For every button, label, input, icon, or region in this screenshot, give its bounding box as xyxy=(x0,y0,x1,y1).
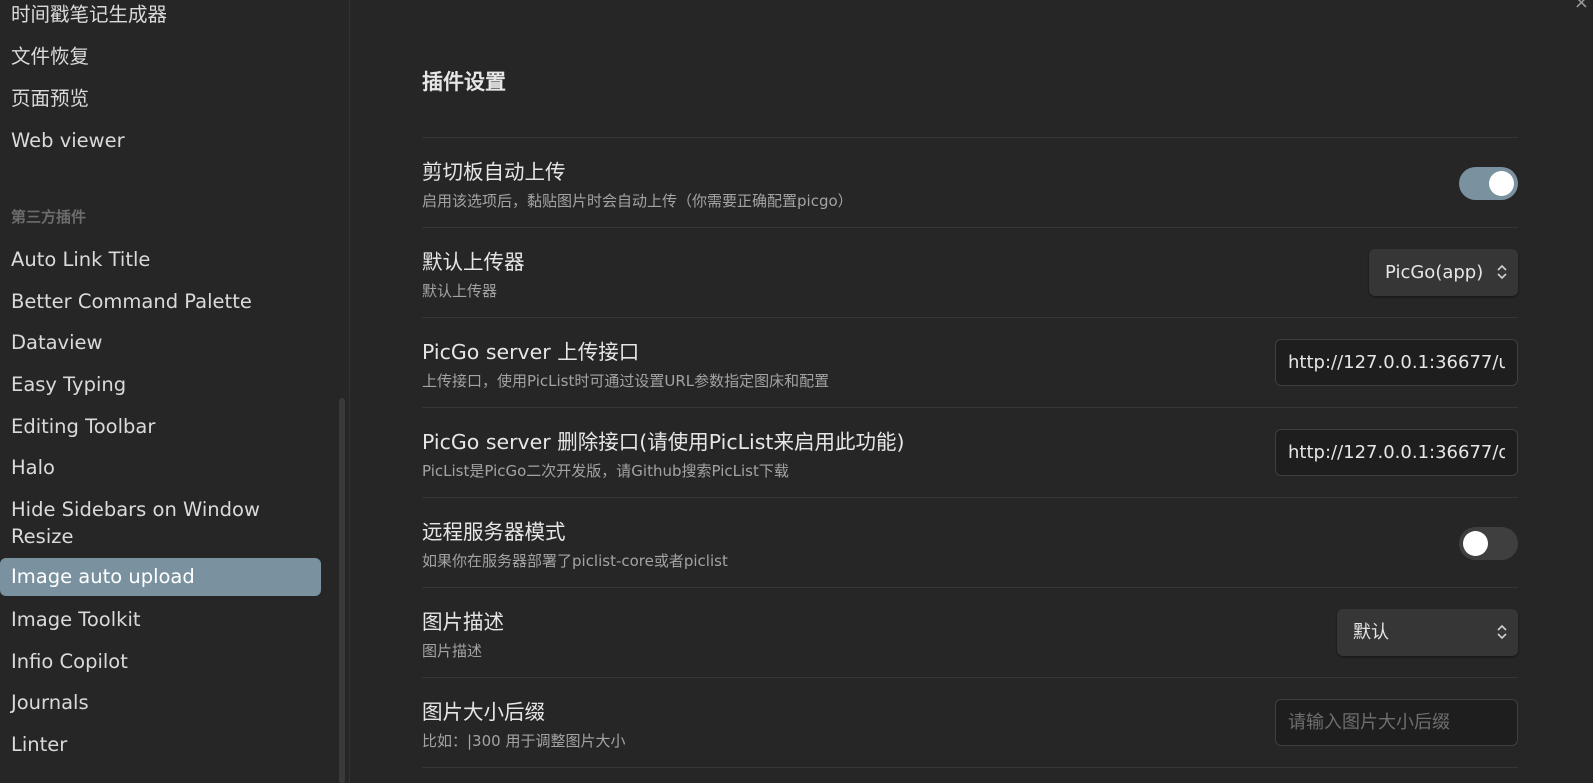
plugin-settings-panel: × 插件设置 剪切板自动上传 启用该选项后，黏贴图片时会自动上传（你需要正确配置… xyxy=(351,0,1593,783)
setting-clipboard-auto-upload: 剪切板自动上传 启用该选项后，黏贴图片时会自动上传（你需要正确配置picgo） xyxy=(422,137,1518,227)
setting-name: 图片大小后缀 xyxy=(422,700,545,724)
sidebar-scrollbar[interactable] xyxy=(339,398,345,783)
setting-name: 图片描述 xyxy=(422,610,504,634)
chevron-up-down-icon xyxy=(1497,624,1507,640)
setting-name: PicGo server 上传接口 xyxy=(422,340,640,364)
chevron-up-down-icon xyxy=(1497,264,1507,280)
settings-sidebar: 时间戳笔记生成器 文件恢复 页面预览 Web viewer 第三方插件 Auto… xyxy=(0,0,350,783)
setting-description: 启用该选项后，黏贴图片时会自动上传（你需要正确配置picgo） xyxy=(422,192,853,210)
settings-divider xyxy=(422,767,1518,783)
sidebar-item-page-preview[interactable]: 页面预览 xyxy=(0,85,321,112)
setting-default-uploader: 默认上传器 默认上传器 PicGo(app) xyxy=(422,227,1518,317)
sidebar-item-hide-sidebars[interactable]: Hide Sidebars on Window Resize xyxy=(0,496,300,550)
default-uploader-select[interactable]: PicGo(app) xyxy=(1369,249,1518,296)
image-description-select[interactable]: 默认 xyxy=(1337,609,1518,656)
setting-image-description: 图片描述 图片描述 默认 xyxy=(422,587,1518,677)
sidebar-item-editing-toolbar[interactable]: Editing Toolbar xyxy=(0,413,321,440)
settings-window: 时间戳笔记生成器 文件恢复 页面预览 Web viewer 第三方插件 Auto… xyxy=(0,0,1593,783)
sidebar-group-label-community-plugins: 第三方插件 xyxy=(11,208,87,226)
setting-picgo-upload-endpoint: PicGo server 上传接口 上传接口，使用PicList时可通过设置UR… xyxy=(422,317,1518,407)
remote-server-mode-toggle[interactable] xyxy=(1459,527,1518,560)
setting-name: 远程服务器模式 xyxy=(422,520,566,544)
sidebar-item-image-auto-upload[interactable]: Image auto upload xyxy=(0,558,321,596)
setting-name: PicGo server 删除接口(请使用PicList来启用此功能) xyxy=(422,430,905,454)
sidebar-item-timestamp-notes[interactable]: 时间戳笔记生成器 xyxy=(0,1,321,28)
sidebar-item-file-recovery[interactable]: 文件恢复 xyxy=(0,43,321,70)
clipboard-auto-upload-toggle[interactable] xyxy=(1459,167,1518,200)
sidebar-item-web-viewer[interactable]: Web viewer xyxy=(0,127,321,154)
setting-image-size-suffix: 图片大小后缀 比如：|300 用于调整图片大小 xyxy=(422,677,1518,767)
setting-name: 默认上传器 xyxy=(422,250,525,274)
toggle-knob xyxy=(1489,171,1514,196)
picgo-upload-url-input[interactable] xyxy=(1275,339,1518,386)
sidebar-item-dataview[interactable]: Dataview xyxy=(0,329,321,356)
sidebar-item-halo[interactable]: Halo xyxy=(0,454,321,481)
sidebar-item-image-toolkit[interactable]: Image Toolkit xyxy=(0,606,321,633)
sidebar-item-easy-typing[interactable]: Easy Typing xyxy=(0,371,321,398)
sidebar-item-auto-link-title[interactable]: Auto Link Title xyxy=(0,246,321,273)
setting-description: PicList是PicGo二次开发版，请Github搜索PicList下载 xyxy=(422,462,789,480)
setting-description: 上传接口，使用PicList时可通过设置URL参数指定图床和配置 xyxy=(422,372,830,390)
picgo-delete-url-input[interactable] xyxy=(1275,429,1518,476)
setting-name: 剪切板自动上传 xyxy=(422,160,566,184)
image-size-suffix-input[interactable] xyxy=(1275,699,1518,746)
setting-description: 比如：|300 用于调整图片大小 xyxy=(422,732,626,750)
close-icon[interactable]: × xyxy=(1574,0,1589,13)
sidebar-item-better-command-palette[interactable]: Better Command Palette xyxy=(0,288,321,315)
setting-description: 图片描述 xyxy=(422,642,483,660)
sidebar-item-infio-copilot[interactable]: Infio Copilot xyxy=(0,648,321,675)
setting-picgo-delete-endpoint: PicGo server 删除接口(请使用PicList来启用此功能) PicL… xyxy=(422,407,1518,497)
sidebar-item-journals[interactable]: Journals xyxy=(0,689,321,716)
select-value: PicGo(app) xyxy=(1385,262,1484,283)
select-value: 默认 xyxy=(1353,622,1389,643)
sidebar-item-linter[interactable]: Linter xyxy=(0,731,321,758)
page-title: 插件设置 xyxy=(422,70,506,94)
toggle-knob xyxy=(1463,531,1488,556)
setting-description: 如果你在服务器部署了piclist-core或者piclist xyxy=(422,552,728,570)
setting-description: 默认上传器 xyxy=(422,282,498,300)
setting-remote-server-mode: 远程服务器模式 如果你在服务器部署了piclist-core或者piclist xyxy=(422,497,1518,587)
